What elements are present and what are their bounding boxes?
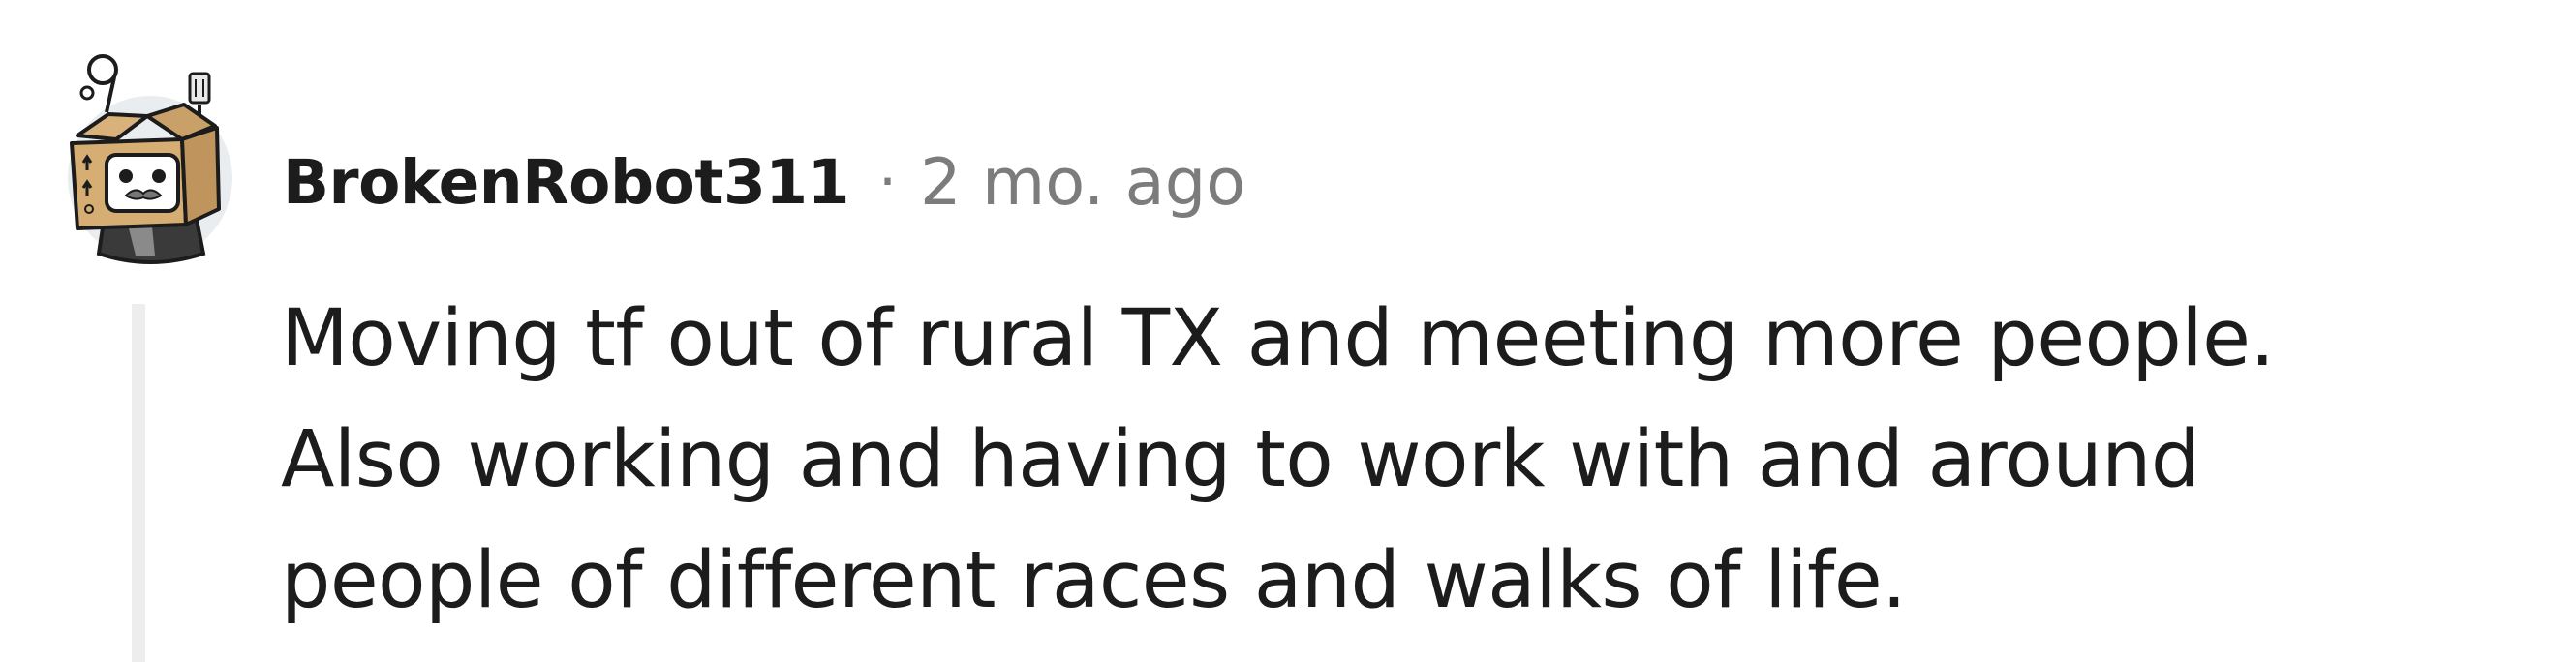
timestamp[interactable]: 2 mo. ago [920,144,1245,220]
comment: BrokenRobot311 · 2 mo. ago Moving tf out… [0,0,2576,662]
comment-body-line: people of different races and walks of l… [281,535,1907,626]
comment-body-line: Moving tf out of rural TX and meeting mo… [281,293,2275,384]
robot-box-avatar-icon [68,54,232,264]
user-avatar[interactable] [58,43,242,265]
username[interactable]: BrokenRobot311 [283,147,849,218]
comment-body: Moving tf out of rural TX and meeting mo… [281,279,2547,642]
comment-body-line: Also working and having to work with and… [281,414,2200,505]
comment-header: BrokenRobot311 · 2 mo. ago [283,135,1245,228]
thread-collapse-line[interactable] [132,304,145,662]
meta-separator: · [877,148,898,216]
